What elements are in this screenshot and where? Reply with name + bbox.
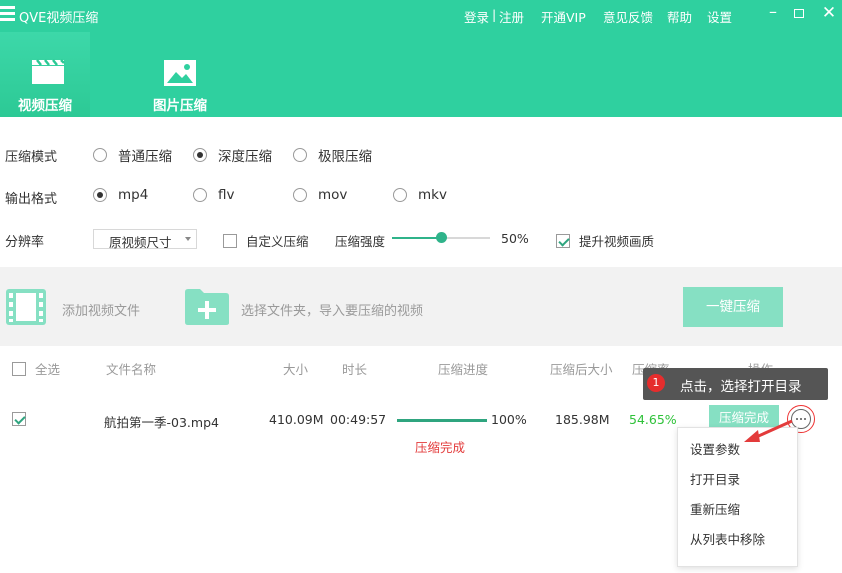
tab-video-label: 视频压缩 bbox=[18, 98, 72, 114]
radio-label: flv bbox=[218, 187, 235, 203]
row-progress-value: 100% bbox=[491, 412, 527, 427]
radio-mode-deep[interactable]: 深度压缩 bbox=[193, 145, 272, 165]
row-duration: 00:49:57 bbox=[330, 412, 387, 427]
row-status: 压缩完成 bbox=[415, 440, 466, 455]
radio-dot bbox=[393, 188, 407, 202]
radio-label: 极限压缩 bbox=[318, 149, 372, 165]
menu-item-open-folder[interactable]: 打开目录 bbox=[690, 469, 740, 488]
row-size: 410.09M bbox=[269, 412, 324, 427]
radio-dot bbox=[93, 188, 107, 202]
radio-format-mov[interactable]: mov bbox=[293, 187, 347, 203]
strength-slider[interactable] bbox=[392, 232, 490, 243]
app-logo-icon bbox=[0, 6, 16, 24]
select-all-checkbox[interactable]: 全选 bbox=[12, 359, 60, 378]
checkbox-box bbox=[12, 412, 26, 426]
resolution-select[interactable]: 原视频尺寸 bbox=[93, 229, 197, 250]
row-after-size: 185.98M bbox=[555, 412, 610, 427]
add-video-label[interactable]: 添加视频文件 bbox=[62, 300, 140, 319]
folder-add-icon[interactable] bbox=[184, 288, 230, 326]
app-window: QVE视频压缩 登录 | 注册 开通VIP 意见反馈 帮助 设置 – ✕ 视频压… bbox=[0, 0, 842, 573]
menu-separator: | bbox=[492, 7, 497, 22]
radio-mode-normal[interactable]: 普通压缩 bbox=[93, 145, 172, 165]
header-name: 文件名称 bbox=[106, 362, 157, 377]
header-duration: 时长 bbox=[342, 362, 368, 377]
tab-image-label: 图片压缩 bbox=[153, 98, 207, 114]
slider-fill bbox=[392, 237, 441, 239]
select-all-label: 全选 bbox=[35, 362, 61, 377]
close-icon[interactable]: ✕ bbox=[821, 3, 837, 23]
pointer-arrow-icon bbox=[744, 419, 793, 442]
radio-dot bbox=[193, 188, 207, 202]
checkbox-box bbox=[556, 233, 570, 248]
checkbox-box bbox=[223, 233, 237, 248]
vip-link[interactable]: 开通VIP bbox=[541, 7, 586, 26]
maximize-icon[interactable] bbox=[791, 6, 807, 18]
radio-dot bbox=[293, 188, 307, 202]
minimize-icon[interactable]: – bbox=[765, 2, 781, 21]
custom-compress-checkbox[interactable]: 自定义压缩 bbox=[223, 231, 309, 250]
chevron-down-icon bbox=[185, 237, 191, 241]
title-bar: QVE视频压缩 登录 | 注册 开通VIP 意见反馈 帮助 设置 – ✕ bbox=[0, 0, 842, 32]
radio-label: 深度压缩 bbox=[218, 149, 272, 165]
image-picture-icon bbox=[164, 60, 196, 86]
menu-item-set-params[interactable]: 设置参数 bbox=[690, 439, 740, 458]
settings-link[interactable]: 设置 bbox=[707, 7, 732, 26]
header-size: 大小 bbox=[283, 362, 309, 377]
format-label: 输出格式 bbox=[5, 192, 58, 207]
resolution-label: 分辨率 bbox=[5, 235, 45, 250]
row-checkbox[interactable] bbox=[12, 412, 35, 426]
add-video-film-icon[interactable] bbox=[5, 288, 47, 326]
radio-format-mp4[interactable]: mp4 bbox=[93, 187, 148, 203]
row-file-name: 航拍第一季-03.mp4 bbox=[104, 415, 219, 430]
menu-item-remove[interactable]: 从列表中移除 bbox=[690, 529, 765, 548]
header-progress: 压缩进度 bbox=[438, 362, 489, 377]
menu-item-recompress[interactable]: 重新压缩 bbox=[690, 499, 740, 518]
choose-folder-label[interactable]: 选择文件夹，导入要压缩的视频 bbox=[241, 300, 423, 319]
help-link[interactable]: 帮助 bbox=[667, 7, 692, 26]
tab-image-compress[interactable]: 图片压缩 bbox=[135, 32, 225, 117]
radio-label: mp4 bbox=[118, 187, 149, 203]
row-progress-bar bbox=[397, 419, 487, 422]
radio-format-mkv[interactable]: mkv bbox=[393, 187, 447, 203]
strength-value: 50% bbox=[501, 231, 529, 246]
strength-label: 压缩强度 bbox=[335, 234, 386, 249]
register-link[interactable]: 注册 bbox=[499, 7, 524, 26]
tooltip-text: 点击，选择打开目录 bbox=[680, 379, 802, 395]
resolution-value: 原视频尺寸 bbox=[109, 235, 172, 250]
radio-label: mkv bbox=[418, 187, 447, 203]
radio-label: mov bbox=[318, 187, 348, 203]
video-clapper-icon bbox=[32, 59, 65, 84]
tab-video-compress[interactable]: 视频压缩 bbox=[0, 32, 90, 117]
row-ratio: 54.65% bbox=[629, 412, 677, 427]
header-bar: QVE视频压缩 登录 | 注册 开通VIP 意见反馈 帮助 设置 – ✕ 视频压… bbox=[0, 0, 842, 117]
checkbox-label: 提升视频画质 bbox=[579, 234, 655, 249]
one-key-compress-button[interactable]: 一键压缩 bbox=[683, 287, 783, 327]
radio-mode-extreme[interactable]: 极限压缩 bbox=[293, 145, 372, 165]
header-after-size: 压缩后大小 bbox=[550, 362, 613, 377]
mode-label: 压缩模式 bbox=[5, 150, 58, 165]
radio-format-flv[interactable]: flv bbox=[193, 187, 235, 203]
radio-dot bbox=[293, 148, 307, 162]
radio-label: 普通压缩 bbox=[118, 149, 172, 165]
slider-thumb[interactable] bbox=[436, 232, 447, 243]
feedback-link[interactable]: 意见反馈 bbox=[603, 7, 653, 26]
checkbox-box bbox=[12, 361, 26, 376]
login-link[interactable]: 登录 bbox=[464, 7, 489, 26]
enhance-quality-checkbox[interactable]: 提升视频画质 bbox=[556, 231, 654, 250]
app-title: QVE视频压缩 bbox=[19, 11, 99, 26]
radio-dot bbox=[93, 148, 107, 162]
step-badge: 1 bbox=[647, 374, 665, 392]
checkbox-label: 自定义压缩 bbox=[246, 234, 309, 249]
radio-dot bbox=[193, 148, 207, 162]
